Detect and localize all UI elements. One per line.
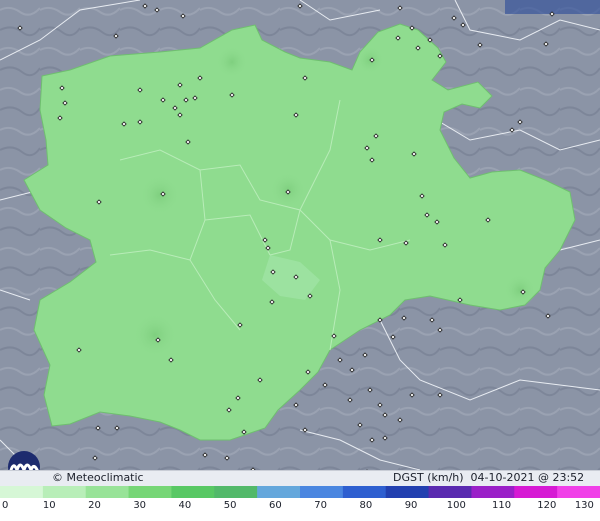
scale-tick-label: 100 (446, 500, 466, 511)
scale-swatch (557, 486, 600, 498)
scale-swatch (300, 486, 344, 498)
scale-tick-label: 130 (574, 500, 594, 511)
scale-swatch (42, 486, 87, 498)
scale-swatch (85, 486, 130, 498)
scale-tick-label: 90 (404, 500, 418, 511)
wind-gust-map[interactable] (0, 0, 600, 470)
product-label: DGST (km/h) (393, 471, 464, 484)
scale-tick-label: 0 (2, 500, 9, 511)
scale-tick-label: 110 (491, 500, 512, 511)
scale-tick-label: 80 (359, 500, 373, 511)
scale-tick-label: 10 (42, 500, 56, 511)
wind-cell (504, 274, 536, 306)
scale-tick-label: 120 (537, 500, 557, 511)
scale-tick-label: 50 (223, 500, 237, 511)
wind-cell (133, 313, 177, 357)
map-window: © Meteoclimatic DGST (km/h) 04-10-2021 @… (0, 0, 600, 521)
brand-name: Meteoclimatic (66, 471, 144, 484)
scale-swatch (342, 486, 387, 498)
scale-swatch (257, 486, 301, 498)
color-scale-bar (0, 486, 600, 498)
scale-tick-label: 40 (178, 500, 192, 511)
scale-swatch (0, 486, 44, 498)
scale-swatch (471, 486, 515, 498)
scale-tick-label: 20 (88, 500, 101, 511)
scale-swatch (514, 486, 558, 498)
scale-tick-label: 70 (314, 500, 327, 511)
wind-cell (140, 175, 180, 215)
wind-cell (216, 46, 248, 78)
brand-label: © Meteoclimatic (52, 471, 144, 484)
scale-tick-label: 60 (269, 500, 282, 511)
scale-swatch (171, 486, 215, 498)
scale-tick-label: 30 (133, 500, 147, 511)
color-scale: 0 10 20 30 40 50 60 70 80 90 100 110 120 130 (0, 486, 600, 521)
scale-swatch (428, 486, 472, 498)
scale-swatch (214, 486, 258, 498)
scale-swatch (128, 486, 172, 498)
scale-swatch (385, 486, 430, 498)
